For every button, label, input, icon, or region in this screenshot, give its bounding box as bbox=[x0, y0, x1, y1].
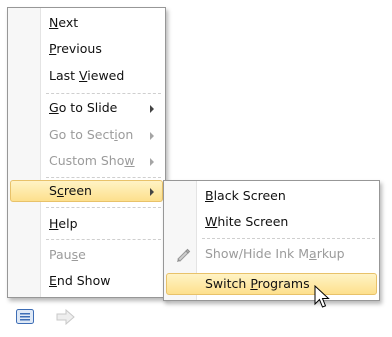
menu-item-label: Previous bbox=[49, 41, 102, 56]
menu-item-last-viewed[interactable]: Last Viewed bbox=[10, 65, 163, 87]
menu-item-label: Switch Programs bbox=[205, 276, 310, 291]
mouse-pointer-icon bbox=[314, 285, 330, 308]
menu-item-label: Go to Section bbox=[49, 127, 134, 142]
submenu-arrow-icon bbox=[150, 188, 154, 196]
menu-item-white-screen[interactable]: White Screen bbox=[166, 211, 377, 233]
menu-item-label: End Show bbox=[49, 273, 111, 288]
ink-pen-icon bbox=[177, 248, 191, 262]
menu-item-label: Screen bbox=[49, 183, 92, 198]
menu-item-label: Pause bbox=[49, 247, 86, 262]
menu-item-pause[interactable]: Pause bbox=[10, 244, 163, 266]
screen-submenu: Black Screen White Screen Show/Hide Ink … bbox=[163, 180, 380, 301]
menu-item-switch-programs[interactable]: Switch Programs bbox=[166, 273, 377, 295]
menu-separator bbox=[202, 238, 375, 239]
menu-item-label: Next bbox=[49, 15, 79, 30]
menu-item-go-to-section[interactable]: Go to Section bbox=[10, 124, 163, 146]
submenu-arrow-icon bbox=[150, 132, 154, 140]
menu-item-label: White Screen bbox=[205, 214, 289, 229]
menu-item-black-screen[interactable]: Black Screen bbox=[166, 185, 377, 207]
menu-item-show-hide-ink-markup[interactable]: Show/Hide Ink Markup bbox=[166, 243, 377, 265]
menu-item-next[interactable]: Next bbox=[10, 12, 163, 34]
menu-item-label: Custom Show bbox=[49, 153, 135, 168]
menu-item-go-to-slide[interactable]: Go to Slide bbox=[10, 97, 163, 119]
slideshow-context-menu: Next Previous Last Viewed Go to Slide Go… bbox=[7, 7, 166, 298]
menu-item-custom-show[interactable]: Custom Show bbox=[10, 150, 163, 172]
menu-separator bbox=[46, 239, 161, 240]
arrow-right-icon[interactable] bbox=[56, 309, 75, 325]
menu-item-label: Black Screen bbox=[205, 188, 286, 203]
submenu-arrow-icon bbox=[150, 158, 154, 166]
submenu-arrow-icon bbox=[150, 105, 154, 113]
menu-item-label: Help bbox=[49, 216, 78, 231]
menu-item-label: Go to Slide bbox=[49, 100, 118, 115]
menu-separator bbox=[46, 177, 161, 178]
menu-item-help[interactable]: Help bbox=[10, 213, 163, 235]
menu-item-end-show[interactable]: End Show bbox=[10, 270, 163, 292]
menu-separator bbox=[46, 207, 161, 208]
menu-item-previous[interactable]: Previous bbox=[10, 38, 163, 60]
menu-separator bbox=[46, 93, 161, 94]
menu-item-label: Show/Hide Ink Markup bbox=[205, 246, 345, 261]
menu-item-screen[interactable]: Screen bbox=[10, 180, 163, 202]
slide-menu-icon[interactable] bbox=[15, 308, 35, 325]
menu-item-label: Last Viewed bbox=[49, 68, 125, 83]
